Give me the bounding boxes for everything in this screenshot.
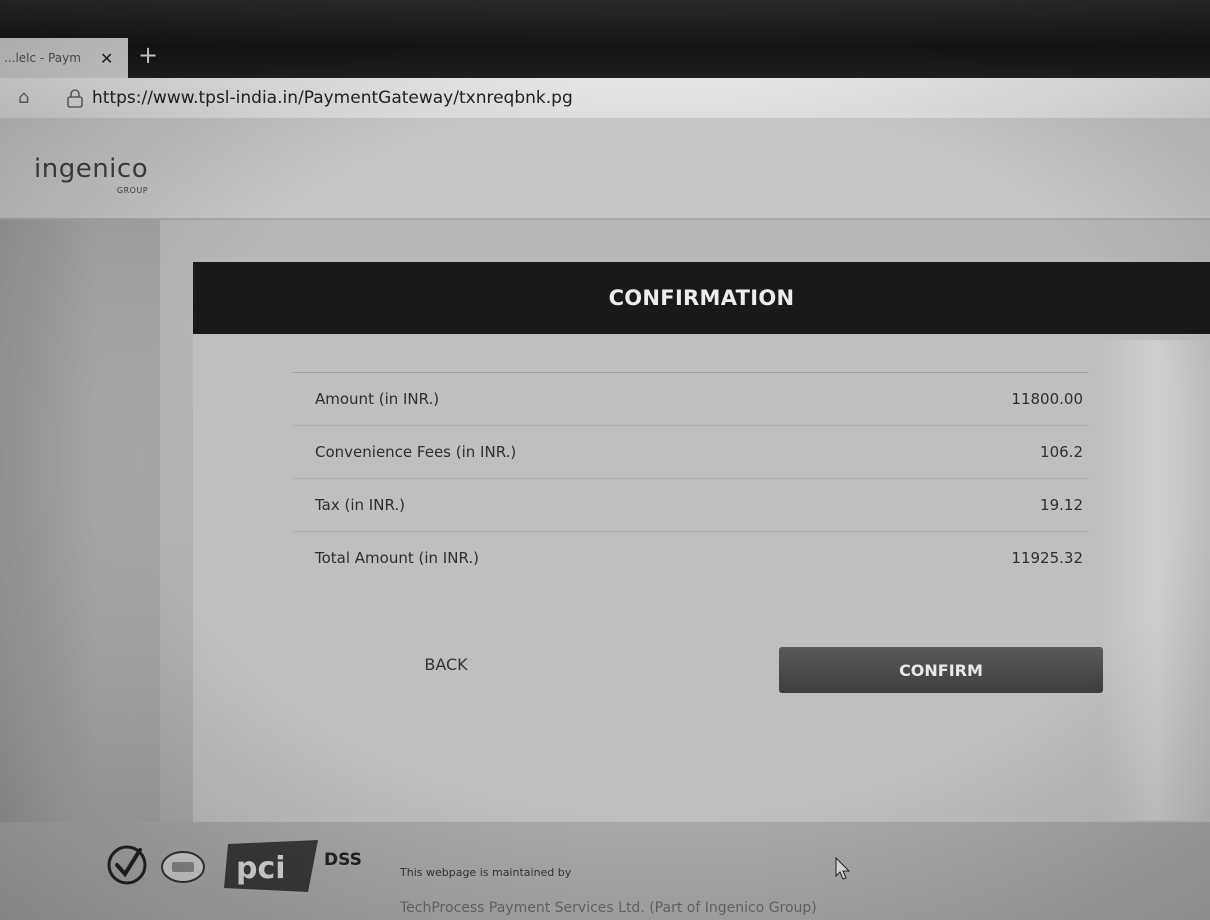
svg-text:pci: pci	[236, 851, 286, 886]
row-value: 11800.00	[1011, 390, 1083, 408]
row-value: 106.2	[1040, 443, 1083, 461]
table-row: Amount (in INR.) 11800.00	[293, 373, 1089, 426]
table-row: Tax (in INR.) 19.12	[293, 479, 1089, 532]
pci-logo-icon: pci	[222, 838, 322, 894]
row-label: Total Amount (in INR.)	[315, 549, 479, 567]
side-strip	[0, 220, 160, 920]
certificate-seal-icon	[160, 850, 206, 884]
table-row: Convenience Fees (in INR.) 106.2	[293, 426, 1089, 479]
logo-text: ingenico	[34, 154, 149, 184]
browser-tab-bar: ...lelc - Paym ✕ +	[0, 0, 1210, 78]
browser-tab[interactable]: ...lelc - Paym ✕	[0, 38, 128, 78]
footer: pci DSS This webpage is maintained by Te…	[0, 822, 1210, 920]
home-icon[interactable]: ⌂	[18, 88, 38, 108]
new-tab-icon[interactable]: +	[138, 40, 158, 70]
verified-check-icon	[106, 844, 148, 886]
table-row-total: Total Amount (in INR.) 11925.32	[293, 532, 1089, 584]
screen: ...lelc - Paym ✕ + ⌂ https://www.tpsl-in…	[0, 0, 1210, 920]
url-text[interactable]: https://www.tpsl-india.in/PaymentGateway…	[92, 88, 573, 108]
amount-table: Amount (in INR.) 11800.00 Convenience Fe…	[293, 372, 1089, 584]
maintained-by-text: This webpage is maintained by	[400, 866, 572, 879]
dss-label: DSS	[324, 850, 362, 870]
row-label: Convenience Fees (in INR.)	[315, 443, 517, 461]
address-bar[interactable]: ⌂ https://www.tpsl-india.in/PaymentGatew…	[0, 78, 1210, 119]
tab-close-icon[interactable]: ✕	[100, 49, 113, 68]
site-header: ingenico GROUP	[0, 118, 1210, 220]
row-label: Tax (in INR.)	[315, 496, 405, 514]
confirm-button[interactable]: CONFIRM	[779, 647, 1103, 693]
logo-subtext: GROUP	[116, 186, 149, 195]
row-value: 11925.32	[1011, 549, 1083, 567]
back-button[interactable]: BACK	[386, 644, 506, 684]
company-text: TechProcess Payment Services Ltd. (Part …	[400, 900, 817, 916]
lock-icon	[66, 88, 84, 108]
confirmation-card: CONFIRMATION Amount (in INR.) 11800.00 C…	[193, 262, 1210, 822]
confirmation-title: CONFIRMATION	[193, 262, 1210, 334]
tab-title: ...lelc - Paym	[4, 51, 81, 65]
mouse-cursor-icon	[835, 856, 851, 881]
row-value: 19.12	[1040, 496, 1083, 514]
ingenico-logo: ingenico GROUP	[34, 154, 149, 195]
row-label: Amount (in INR.)	[315, 390, 440, 408]
